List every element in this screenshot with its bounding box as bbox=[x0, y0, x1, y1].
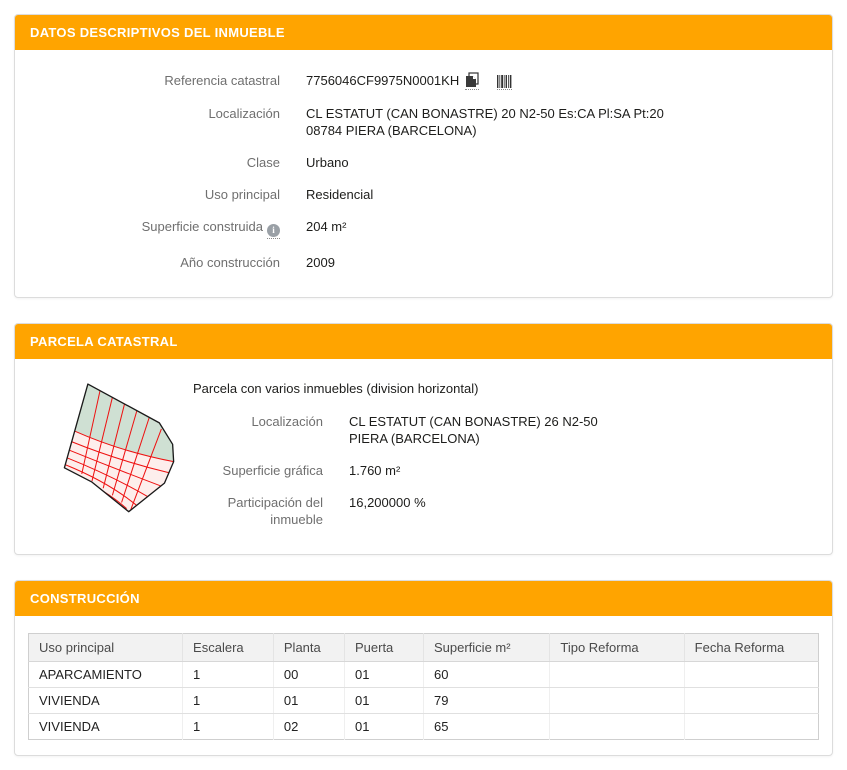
panel-title-parcela-catastral: PARCELA CATASTRAL bbox=[15, 324, 832, 359]
field-label: Clase bbox=[35, 154, 280, 171]
column-header: Planta bbox=[273, 634, 344, 662]
field-clase: Clase Urbano bbox=[35, 154, 812, 171]
table-cell: 1 bbox=[183, 688, 274, 714]
table-cell: APARCAMIENTO bbox=[29, 662, 183, 688]
field-label: Uso principal bbox=[35, 186, 280, 203]
field-participacion: Participación del inmueble 16,200000 % bbox=[193, 494, 812, 528]
parcel-map-graphic[interactable] bbox=[59, 381, 177, 529]
superficie-grafica-value: 1.760 m² bbox=[349, 462, 400, 479]
barcode-icon[interactable] bbox=[497, 75, 512, 90]
column-header: Escalera bbox=[183, 634, 274, 662]
referencia-catastral-value: 7756046CF9975N0001KH bbox=[306, 73, 459, 88]
panel-datos-descriptivos: DATOS DESCRIPTIVOS DEL INMUEBLE Referenc… bbox=[14, 14, 833, 298]
field-anio-construccion: Año construcción 2009 bbox=[35, 254, 812, 271]
parcela-localizacion-line2: PIERA (BARCELONA) bbox=[349, 430, 598, 447]
table-body: APARCAMIENTO1000160VIVIENDA1010179VIVIEN… bbox=[29, 662, 819, 740]
construccion-table: Uso principalEscaleraPlantaPuertaSuperfi… bbox=[28, 633, 819, 740]
panel-parcela-catastral: PARCELA CATASTRAL bbox=[14, 323, 833, 555]
field-localizacion: Localización CL ESTATUT (CAN BONASTRE) 2… bbox=[35, 105, 812, 139]
participacion-value: 16,200000 % bbox=[349, 494, 426, 528]
clase-value: Urbano bbox=[306, 154, 349, 171]
info-icon[interactable]: i bbox=[267, 224, 280, 239]
table-cell bbox=[550, 688, 684, 714]
superficie-construida-value: 204 m² bbox=[306, 218, 346, 239]
panel-title-construccion: CONSTRUCCIÓN bbox=[15, 581, 832, 616]
table-cell: 1 bbox=[183, 662, 274, 688]
field-label: Localización bbox=[193, 413, 323, 447]
parcela-localizacion-line1: CL ESTATUT (CAN BONASTRE) 26 N2-50 bbox=[349, 413, 598, 430]
anio-construccion-value: 2009 bbox=[306, 254, 335, 271]
panel-construccion: CONSTRUCCIÓN Uso principalEscaleraPlanta… bbox=[14, 580, 833, 756]
field-label: Participación del inmueble bbox=[193, 494, 323, 528]
field-label: Superficie gráfica bbox=[193, 462, 323, 479]
field-superficie-grafica: Superficie gráfica 1.760 m² bbox=[193, 462, 812, 479]
localizacion-line2: 08784 PIERA (BARCELONA) bbox=[306, 122, 664, 139]
field-label: Superficie construida bbox=[142, 219, 263, 234]
field-superficie-construida: Superficie construida i 204 m² bbox=[35, 218, 812, 239]
column-header: Uso principal bbox=[29, 634, 183, 662]
table-head: Uso principalEscaleraPlantaPuertaSuperfi… bbox=[29, 634, 819, 662]
column-header: Superficie m² bbox=[423, 634, 549, 662]
table-header-row: Uso principalEscaleraPlantaPuertaSuperfi… bbox=[29, 634, 819, 662]
table-row: VIVIENDA1010179 bbox=[29, 688, 819, 714]
field-label: Localización bbox=[35, 105, 280, 139]
table-cell: 79 bbox=[423, 688, 549, 714]
column-header: Fecha Reforma bbox=[684, 634, 818, 662]
field-label: Referencia catastral bbox=[35, 72, 280, 90]
table-cell: VIVIENDA bbox=[29, 688, 183, 714]
table-cell: 00 bbox=[273, 662, 344, 688]
localizacion-line1: CL ESTATUT (CAN BONASTRE) 20 N2-50 Es:CA… bbox=[306, 105, 664, 122]
column-header: Puerta bbox=[344, 634, 423, 662]
field-label: Año construcción bbox=[35, 254, 280, 271]
field-parcela-localizacion: Localización CL ESTATUT (CAN BONASTRE) 2… bbox=[193, 413, 812, 447]
copy-icon[interactable] bbox=[465, 72, 479, 90]
uso-principal-value: Residencial bbox=[306, 186, 373, 203]
table-cell bbox=[684, 688, 818, 714]
table-cell: 60 bbox=[423, 662, 549, 688]
field-uso-principal: Uso principal Residencial bbox=[35, 186, 812, 203]
table-cell: 01 bbox=[273, 688, 344, 714]
column-header: Tipo Reforma bbox=[550, 634, 684, 662]
table-cell: 01 bbox=[344, 662, 423, 688]
table-row: APARCAMIENTO1000160 bbox=[29, 662, 819, 688]
parcela-subtitle: Parcela con varios inmuebles (division h… bbox=[193, 381, 812, 396]
panel-title-datos-descriptivos: DATOS DESCRIPTIVOS DEL INMUEBLE bbox=[15, 15, 832, 50]
table-cell: 01 bbox=[344, 688, 423, 714]
table-cell bbox=[550, 662, 684, 688]
table-cell bbox=[684, 662, 818, 688]
field-referencia-catastral: Referencia catastral 7756046CF9975N0001K… bbox=[35, 72, 812, 90]
